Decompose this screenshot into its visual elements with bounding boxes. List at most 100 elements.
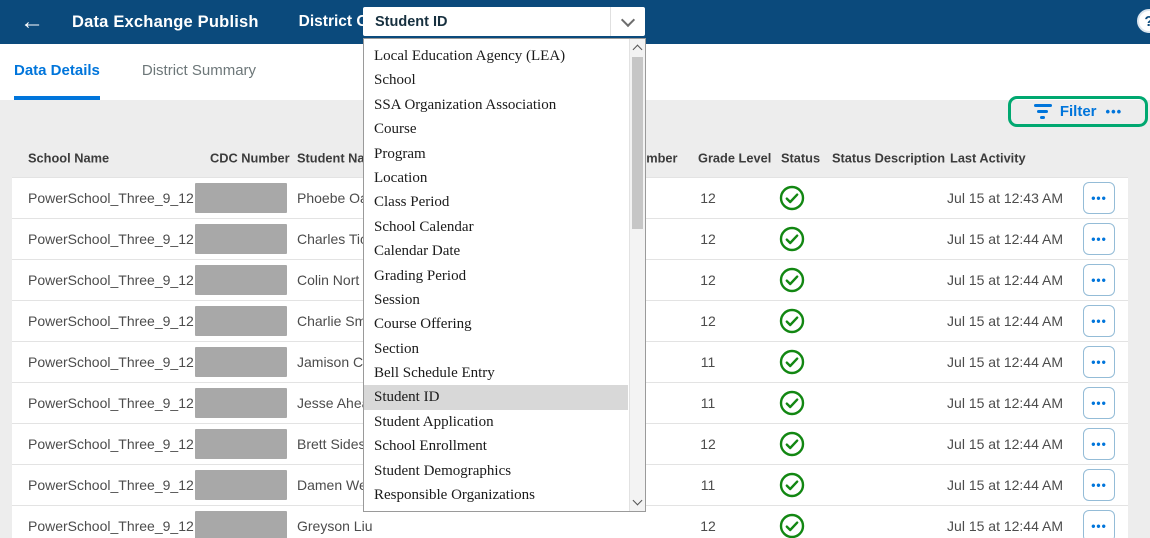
school-name-cell: PowerSchool_Three_9_12: [28, 518, 194, 534]
scroll-down-icon[interactable]: [630, 494, 645, 510]
filter-label: Filter: [1060, 103, 1097, 120]
student-name-cell: Damen We: [297, 477, 367, 493]
last-activity-cell: Jul 15 at 12:43 AM: [900, 190, 1063, 206]
column-header: School Name: [28, 151, 109, 166]
grade-level-cell: 12: [688, 436, 728, 452]
column-header: Grade Level: [698, 151, 771, 166]
row-actions-button[interactable]: •••: [1083, 264, 1115, 296]
school-name-cell: PowerSchool_Three_9_12: [28, 190, 194, 206]
dropdown-option[interactable]: Section: [364, 337, 628, 361]
dropdown-option[interactable]: Bell Schedule Entry: [364, 361, 628, 385]
cdc-number-redacted-block: [195, 511, 287, 538]
dropdown-option[interactable]: Calendar Date: [364, 239, 628, 263]
last-activity-cell: Jul 15 at 12:44 AM: [900, 518, 1063, 534]
school-name-cell: PowerSchool_Three_9_12: [28, 395, 194, 411]
cdc-number-redacted-block: [195, 470, 287, 500]
cdc-number-redacted-block: [195, 224, 287, 254]
grade-level-cell: 12: [688, 231, 728, 247]
filter-highlight-box: Filter •••: [1008, 96, 1148, 127]
help-icon[interactable]: ?: [1137, 9, 1150, 33]
dropdown-scrollbar[interactable]: [629, 39, 645, 511]
entity-select[interactable]: Student ID: [363, 7, 645, 36]
chevron-down-icon[interactable]: [610, 7, 645, 36]
school-name-cell: PowerSchool_Three_9_12: [28, 272, 194, 288]
student-name-cell: Greyson Liu: [297, 518, 372, 534]
dropdown-option[interactable]: Class Period: [364, 190, 628, 214]
dropdown-option[interactable]: Course Offering: [364, 312, 628, 336]
school-name-cell: PowerSchool_Three_9_12: [28, 477, 194, 493]
grade-level-cell: 11: [688, 395, 728, 411]
status-success-icon: [779, 349, 805, 375]
cdc-number-redacted-block: [195, 347, 287, 377]
scroll-up-icon[interactable]: [630, 40, 645, 56]
school-name-cell: PowerSchool_Three_9_12: [28, 313, 194, 329]
column-header: Status Description: [832, 151, 945, 166]
cdc-number-redacted-block: [195, 265, 287, 295]
row-actions-button[interactable]: •••: [1083, 346, 1115, 378]
school-name-cell: PowerSchool_Three_9_12: [28, 436, 194, 452]
last-activity-cell: Jul 15 at 12:44 AM: [900, 272, 1063, 288]
tab-data-details[interactable]: Data Details: [14, 44, 100, 100]
dropdown-option[interactable]: School Calendar: [364, 215, 628, 239]
dropdown-option[interactable]: SSA Organization Association: [364, 93, 628, 117]
row-actions-button[interactable]: •••: [1083, 305, 1115, 337]
grade-level-cell: 12: [688, 272, 728, 288]
scrollbar-thumb[interactable]: [632, 57, 643, 229]
school-name-cell: PowerSchool_Three_9_12: [28, 231, 194, 247]
status-success-icon: [779, 185, 805, 211]
row-actions-button[interactable]: •••: [1083, 428, 1115, 460]
filter-more-options-button[interactable]: •••: [1106, 104, 1123, 119]
page-title: Data Exchange Publish: [72, 13, 259, 32]
dropdown-option[interactable]: Grading Period: [364, 264, 628, 288]
dropdown-option[interactable]: Session: [364, 288, 628, 312]
last-activity-cell: Jul 15 at 12:44 AM: [900, 436, 1063, 452]
filter-button[interactable]: Filter: [1034, 103, 1097, 120]
row-actions-button[interactable]: •••: [1083, 223, 1115, 255]
dropdown-option[interactable]: Local Education Agency (LEA): [364, 44, 628, 68]
dropdown-option[interactable]: Student Application: [364, 410, 628, 434]
student-name-cell: Jamison Ch: [297, 354, 371, 370]
last-activity-cell: Jul 15 at 12:44 AM: [900, 477, 1063, 493]
student-name-cell: Colin Nort: [297, 272, 359, 288]
student-name-cell: Phoebe Oa: [297, 190, 368, 206]
cdc-number-redacted-block: [195, 306, 287, 336]
cdc-number-redacted-block: [195, 183, 287, 213]
student-name-cell: Jesse Ahea: [297, 395, 369, 411]
status-success-icon: [779, 267, 805, 293]
last-activity-cell: Jul 15 at 12:44 AM: [900, 395, 1063, 411]
student-name-cell: Charlie Sm: [297, 313, 366, 329]
dropdown-option[interactable]: Responsible Organizations: [364, 483, 628, 507]
back-arrow-icon[interactable]: ←: [14, 9, 50, 35]
row-actions-button[interactable]: •••: [1083, 469, 1115, 501]
entity-dropdown-listbox: Local Education Agency (LEA)SchoolSSA Or…: [363, 38, 646, 512]
dropdown-option[interactable]: School Enrollment: [364, 434, 628, 458]
row-actions-button[interactable]: •••: [1083, 182, 1115, 214]
row-actions-button[interactable]: •••: [1083, 387, 1115, 419]
status-success-icon: [779, 513, 805, 538]
cdc-number-redacted-block: [195, 388, 287, 418]
student-name-cell: Brett Sides: [297, 436, 365, 452]
status-success-icon: [779, 390, 805, 416]
dropdown-option[interactable]: Course: [364, 117, 628, 141]
entity-select-value: Student ID: [375, 14, 448, 30]
last-activity-cell: Jul 15 at 12:44 AM: [900, 313, 1063, 329]
school-name-cell: PowerSchool_Three_9_12: [28, 354, 194, 370]
entity-listbox-items: Local Education Agency (LEA)SchoolSSA Or…: [364, 39, 628, 511]
status-success-icon: [779, 431, 805, 457]
cdc-number-redacted-block: [195, 429, 287, 459]
column-header: CDC Number: [210, 151, 290, 166]
dropdown-option[interactable]: School: [364, 68, 628, 92]
status-success-icon: [779, 226, 805, 252]
last-activity-cell: Jul 15 at 12:44 AM: [900, 354, 1063, 370]
dropdown-option[interactable]: Program: [364, 142, 628, 166]
dropdown-option[interactable]: Student Demographics: [364, 459, 628, 483]
status-success-icon: [779, 472, 805, 498]
status-success-icon: [779, 308, 805, 334]
last-activity-cell: Jul 15 at 12:44 AM: [900, 231, 1063, 247]
student-name-cell: Charles Tic: [297, 231, 367, 247]
app-window: ← Data Exchange Publish District Office …: [0, 0, 1150, 538]
dropdown-option[interactable]: Location: [364, 166, 628, 190]
dropdown-option[interactable]: Student ID: [364, 385, 628, 409]
tab-district-summary[interactable]: District Summary: [142, 44, 256, 100]
row-actions-button[interactable]: •••: [1083, 510, 1115, 538]
